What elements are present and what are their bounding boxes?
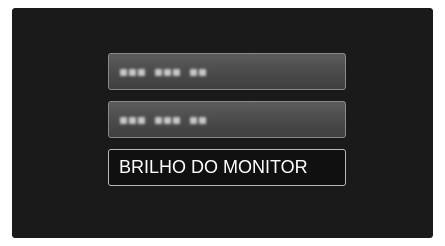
menu-item-label: BRILHO DO MONITOR — [119, 157, 308, 177]
menu-item-brilho-do-monitor[interactable]: BRILHO DO MONITOR — [108, 149, 346, 186]
obscured-label-2 — [120, 115, 206, 125]
obscured-label-1 — [120, 67, 206, 77]
menu-list: BRILHO DO MONITOR — [108, 53, 348, 197]
menu-item-obscured-1[interactable] — [108, 53, 346, 90]
camera-menu-screen: BRILHO DO MONITOR — [12, 8, 433, 238]
menu-item-obscured-2[interactable] — [108, 101, 346, 138]
